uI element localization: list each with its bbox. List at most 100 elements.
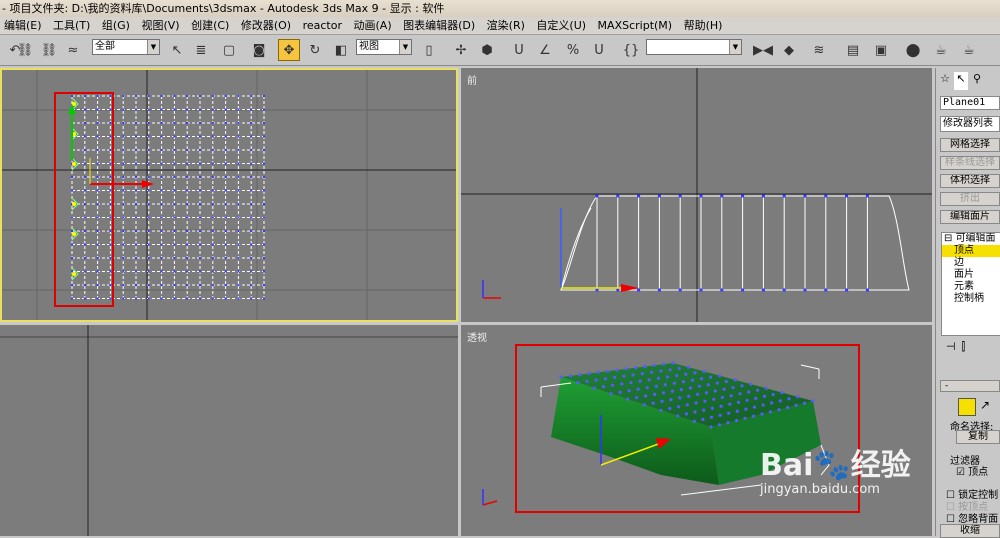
handle-level-icon[interactable]: ↗	[980, 398, 996, 416]
bind-space-warp-icon[interactable]: ≈	[62, 39, 84, 61]
chevron-down-icon: ▼	[399, 40, 411, 54]
create-tab-icon[interactable]: ☆	[938, 72, 952, 90]
menu-edit[interactable]: 编辑(E)	[0, 17, 46, 34]
stack-item-element[interactable]: 元素	[942, 281, 1000, 293]
snap-3d-icon[interactable]: U	[508, 39, 530, 61]
vol-select-button[interactable]: 体积选择	[940, 174, 1000, 188]
select-link-icon[interactable]: ⛓	[14, 39, 36, 61]
viewport-front[interactable]: 前	[461, 68, 932, 322]
stack-item-handle[interactable]: 控制柄	[942, 293, 1000, 305]
named-selection-dropdown[interactable]: ▼	[646, 39, 742, 55]
unlink-icon[interactable]: ⛓	[38, 39, 60, 61]
highlight-box-top	[54, 92, 114, 307]
move-icon[interactable]: ✥	[278, 39, 300, 61]
layer-manager-icon[interactable]: ≋	[808, 39, 830, 61]
watermark-url: jingyan.baidu.com	[760, 482, 880, 497]
percent-snap-icon[interactable]: %	[562, 39, 584, 61]
chevron-down-icon: ▼	[147, 40, 159, 54]
show-end-result-icon[interactable]: ⫿	[962, 340, 966, 358]
rotate-icon[interactable]: ↻	[304, 39, 326, 61]
axis-tripod-front	[482, 280, 501, 299]
menu-views[interactable]: 视图(V)	[137, 17, 183, 34]
baidu-watermark: Bai🐾经验 jingyan.baidu.com	[760, 448, 911, 498]
menu-group[interactable]: 组(G)	[98, 17, 134, 34]
pivot-center-icon[interactable]: ▯	[418, 39, 440, 61]
menu-create[interactable]: 创建(C)	[187, 17, 233, 34]
render-scene-icon[interactable]: ☕	[930, 39, 952, 61]
gizmo-x-arrow-front	[621, 284, 639, 292]
vertex-level-icon[interactable]	[958, 398, 976, 416]
menu-help[interactable]: 帮助(H)	[680, 17, 727, 34]
pin-stack-icon[interactable]: ⊣	[946, 340, 956, 358]
curve-editor-icon[interactable]: ▤	[842, 39, 864, 61]
named-selection-icon[interactable]: {}	[620, 39, 642, 61]
selection-filter-value: 全部	[95, 41, 115, 52]
plane-mesh-front	[560, 194, 910, 292]
modifier-list-dropdown[interactable]: 修改器列表	[940, 116, 1000, 132]
menu-maxscript[interactable]: MAXScript(M)	[594, 17, 677, 34]
select-by-name-icon[interactable]: ≣	[190, 39, 212, 61]
reference-coord-value: 视图	[359, 41, 379, 52]
command-panel: ☆ ↖ ⚲ Plane01 修改器列表 网格选择 样条线选择 体积选择 挤出 编…	[935, 68, 1000, 538]
stack-item-patch[interactable]: 面片	[942, 269, 1000, 281]
vertex-filter-label: 顶点	[968, 467, 989, 478]
main-toolbar: ↶ ⛓ ⛓ ≈ 全部 ▼ ↖ ≣ ▢ ◙ ✥ ↻ ◧ 视图 ▼ ▯ ✢ ⬢ U ∠ …	[0, 35, 1000, 66]
align-icon[interactable]: ◆	[778, 39, 800, 61]
scale-icon[interactable]: ◧	[330, 39, 352, 61]
object-name-field[interactable]: Plane01	[940, 96, 1000, 110]
persp-view-canvas	[482, 344, 860, 513]
viewport-left[interactable]	[0, 325, 458, 536]
menu-tools[interactable]: 工具(T)	[49, 17, 94, 34]
mesh-select-button[interactable]: 网格选择	[940, 138, 1000, 152]
hierarchy-tab-icon[interactable]: ⚲	[970, 72, 984, 90]
ignore-backface-checkbox[interactable]: ☐ 忽略背面	[946, 510, 998, 525]
menu-animation[interactable]: 动画(A)	[350, 17, 396, 34]
menu-modifiers[interactable]: 修改器(O)	[237, 17, 295, 34]
stack-item-vertex[interactable]: 顶点	[942, 245, 1000, 257]
axis-tripod-persp	[482, 489, 498, 506]
stack-toolbar: ⊣ ⫿	[940, 340, 1000, 358]
select-object-icon[interactable]: ↖	[166, 39, 188, 61]
schematic-view-icon[interactable]: ▣	[870, 39, 892, 61]
stack-item-edge[interactable]: 边	[942, 257, 1000, 269]
spinner-snap-icon[interactable]: U	[588, 39, 610, 61]
menu-graph-editors[interactable]: 图表编辑器(D)	[399, 17, 479, 34]
viewport-perspective[interactable]: 透视	[461, 325, 932, 536]
quick-render-icon[interactable]: ☕	[958, 39, 980, 61]
gizmo-x-arrow	[142, 180, 154, 188]
rollout-selection-header[interactable]: -	[940, 380, 1000, 392]
selection-filter-dropdown[interactable]: 全部 ▼	[92, 39, 160, 55]
vertex-filter-checkbox[interactable]: ☑ 顶点	[956, 463, 988, 478]
left-view-canvas	[0, 325, 458, 536]
window-crossing-icon[interactable]: ◙	[248, 39, 270, 61]
material-editor-icon[interactable]: ⬤	[902, 39, 924, 61]
menu-rendering[interactable]: 渲染(R)	[483, 17, 529, 34]
spline-select-button[interactable]: 样条线选择	[940, 156, 1000, 170]
paw-icon: 🐾	[813, 448, 851, 483]
plane-mesh-top	[71, 95, 265, 300]
menu-bar: 编辑(E) 工具(T) 组(G) 视图(V) 创建(C) 修改器(O) reac…	[0, 17, 1000, 35]
front-view-canvas	[461, 68, 932, 322]
stack-item-label: 可编辑面	[955, 233, 996, 244]
viewport-top[interactable]	[0, 68, 458, 322]
rectangular-selection-icon[interactable]: ▢	[218, 39, 240, 61]
top-view-canvas	[2, 70, 456, 320]
reference-coord-dropdown[interactable]: 视图 ▼	[356, 39, 412, 55]
keyboard-shortcut-icon[interactable]: ⬢	[476, 39, 498, 61]
extrude-button[interactable]: 挤出	[940, 192, 1000, 206]
edit-patch-button[interactable]: 编辑面片	[940, 210, 1000, 224]
chevron-down-icon: ▼	[729, 40, 741, 54]
panel-tabs: ☆ ↖ ⚲	[938, 72, 1000, 90]
title-bar: - 项目文件夹: D:\我的资料库\Documents\3dsmax - Aut…	[0, 0, 1000, 17]
copy-button[interactable]: 复制	[956, 430, 1000, 444]
menu-customize[interactable]: 自定义(U)	[532, 17, 590, 34]
modifier-stack: ⊟ 可编辑面 顶点 边 面片 元素 控制柄	[941, 232, 1000, 336]
mirror-icon[interactable]: ▶◀	[752, 39, 774, 61]
menu-reactor[interactable]: reactor	[299, 17, 346, 34]
watermark-brand: Bai	[760, 448, 814, 483]
manipulate-icon[interactable]: ✢	[450, 39, 472, 61]
angle-snap-icon[interactable]: ∠	[534, 39, 556, 61]
watermark-brand2: 经验	[850, 448, 911, 483]
modify-tab-icon[interactable]: ↖	[954, 72, 968, 90]
stack-item-editable-patch[interactable]: ⊟ 可编辑面	[942, 233, 1000, 245]
